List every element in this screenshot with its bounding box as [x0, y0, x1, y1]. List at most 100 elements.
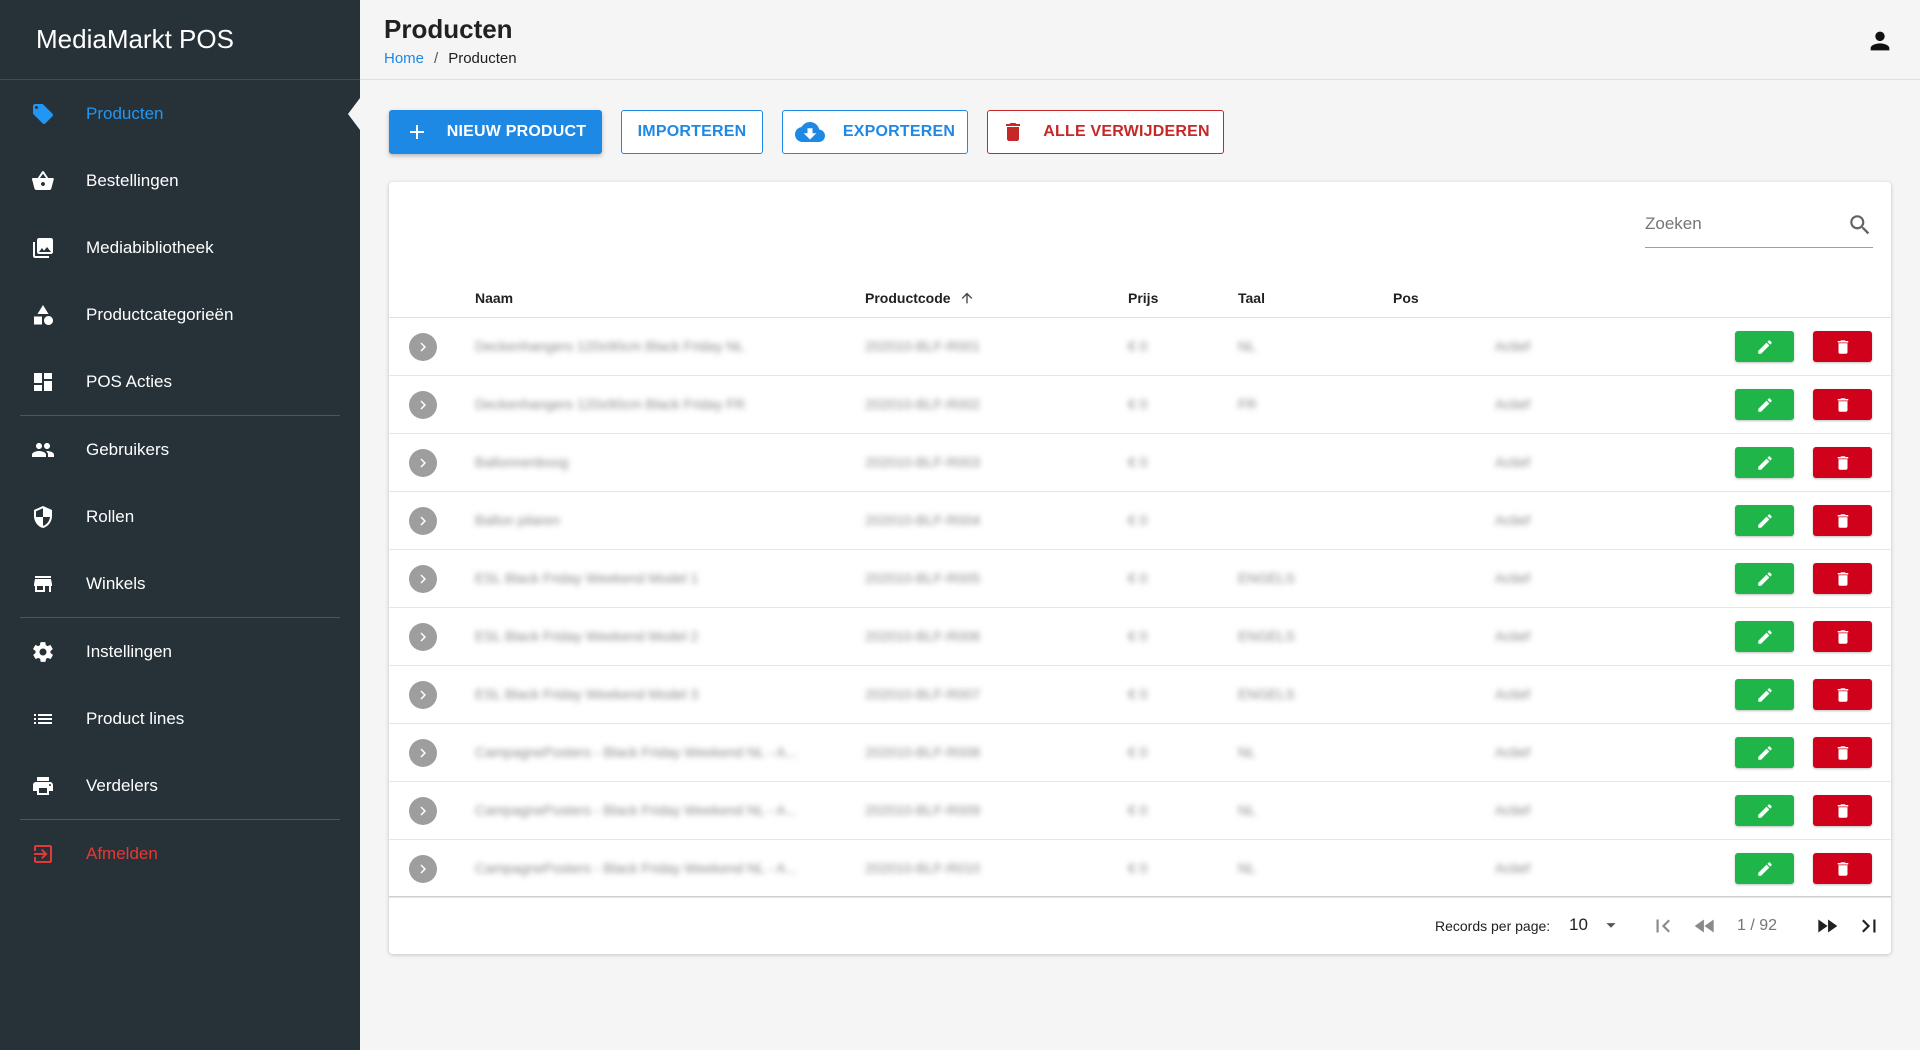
plus-icon — [409, 125, 424, 139]
edit-button[interactable] — [1735, 737, 1794, 768]
expand-row-button[interactable] — [409, 333, 437, 361]
delete-button[interactable] — [1813, 621, 1872, 652]
expand-row-button[interactable] — [409, 449, 437, 477]
edit-button[interactable] — [1735, 389, 1794, 420]
expand-row-button[interactable] — [409, 391, 437, 419]
trash-icon — [1837, 861, 1848, 876]
sidebar-item-productcategorieen[interactable]: Productcategorieën — [0, 281, 360, 348]
sidebar-item-label: POS Acties — [86, 371, 172, 391]
breadcrumb-home-link[interactable]: Home — [384, 50, 424, 67]
edit-button[interactable] — [1735, 505, 1794, 536]
printer-icon — [30, 773, 56, 799]
product-code: 202010-BLF-R003 — [865, 454, 981, 470]
edit-button[interactable] — [1735, 447, 1794, 478]
list-icon — [30, 706, 56, 732]
gear-icon — [30, 639, 56, 665]
table-body: Deckenhangers 120x90cm Black Friday NL 20… — [389, 318, 1891, 898]
tag-icon — [30, 101, 56, 127]
sidebar-item-producten[interactable]: Producten — [0, 80, 360, 147]
expand-row-button[interactable] — [409, 623, 437, 651]
product-status: Actief — [1495, 628, 1531, 644]
edit-button[interactable] — [1735, 331, 1794, 362]
previous-page-button[interactable] — [1691, 912, 1719, 940]
trash-icon — [1837, 339, 1848, 354]
product-status: Actief — [1495, 570, 1531, 586]
fast-forward-icon — [1818, 919, 1838, 933]
pencil-icon — [1757, 861, 1772, 876]
trash-icon — [1837, 745, 1848, 760]
column-header-price[interactable]: Prijs — [1128, 290, 1158, 306]
column-header-code[interactable]: Productcode — [865, 290, 975, 306]
sidebar-item-gebruikers[interactable]: Gebruikers — [0, 416, 360, 483]
sidebar-item-rollen[interactable]: Rollen — [0, 483, 360, 550]
sidebar-item-product-lines[interactable]: Product lines — [0, 685, 360, 752]
sidebar-item-bestellingen[interactable]: Bestellingen — [0, 147, 360, 214]
expand-row-button[interactable] — [409, 507, 437, 535]
import-button[interactable]: IMPORTEREN — [621, 110, 763, 154]
delete-button[interactable] — [1813, 563, 1872, 594]
breadcrumb-current: Producten — [448, 50, 517, 67]
records-per-page-select[interactable]: 10 — [1569, 914, 1622, 936]
delete-button[interactable] — [1813, 331, 1872, 362]
product-name: CampagnePosters - Black Friday Weekend N… — [475, 744, 798, 760]
delete-all-button[interactable]: ALLE VERWIJDEREN — [987, 110, 1224, 154]
sidebar-nav: Producten Bestellingen Mediabibliotheek … — [0, 80, 360, 887]
table-header: Naam Productcode Prijs Taal Pos — [389, 276, 1891, 318]
edit-button[interactable] — [1735, 853, 1794, 884]
trash-icon — [1837, 803, 1848, 818]
sidebar-item-label: Instellingen — [86, 641, 173, 661]
column-header-pos[interactable]: Pos — [1393, 290, 1419, 306]
delete-button[interactable] — [1813, 853, 1872, 884]
sidebar-item-pos-acties[interactable]: POS Acties — [0, 348, 360, 415]
export-button[interactable]: EXPORTEREN — [782, 110, 968, 154]
table-footer: Records per page: 10 1 / 92 — [389, 896, 1891, 954]
edit-button[interactable] — [1735, 679, 1794, 710]
column-header-name[interactable]: Naam — [475, 290, 513, 306]
expand-row-button[interactable] — [409, 855, 437, 883]
sidebar-item-label: Afmelden — [86, 843, 158, 863]
cloud-download-icon — [794, 122, 825, 142]
delete-button[interactable] — [1813, 679, 1872, 710]
product-language: NL — [1238, 802, 1256, 818]
delete-button[interactable] — [1813, 447, 1872, 478]
delete-button[interactable] — [1813, 795, 1872, 826]
sidebar-item-afmelden[interactable]: Afmelden — [0, 820, 360, 887]
edit-button[interactable] — [1735, 621, 1794, 652]
product-price: € 0 — [1128, 744, 1148, 760]
sidebar-item-verdelers[interactable]: Verdelers — [0, 752, 360, 819]
sidebar-item-winkels[interactable]: Winkels — [0, 550, 360, 617]
expand-row-button[interactable] — [409, 681, 437, 709]
delete-button[interactable] — [1813, 505, 1872, 536]
product-code: 202010-BLF-R005 — [865, 570, 981, 586]
edit-button[interactable] — [1735, 563, 1794, 594]
product-language: ENGELS — [1238, 570, 1295, 586]
column-header-label: Taal — [1238, 290, 1265, 306]
expand-row-button[interactable] — [409, 739, 437, 767]
expand-row-button[interactable] — [409, 565, 437, 593]
product-price: € 0 — [1128, 396, 1148, 412]
next-page-button[interactable] — [1813, 912, 1841, 940]
chevron-right-icon — [420, 864, 426, 874]
trash-icon — [1837, 687, 1848, 702]
product-price: € 0 — [1128, 570, 1148, 586]
product-language: ENGELS — [1238, 686, 1295, 702]
trash-icon — [1006, 123, 1021, 141]
sidebar: MediaMarkt POS Producten Bestellingen Me… — [0, 0, 360, 1050]
table-row: ESL Black Friday Weekend Model 2 202010-B… — [389, 608, 1891, 666]
new-product-button[interactable]: NIEUW PRODUCT — [389, 110, 602, 154]
edit-button[interactable] — [1735, 795, 1794, 826]
search-input[interactable] — [1645, 204, 1835, 244]
first-page-button[interactable] — [1649, 912, 1677, 940]
expand-row-button[interactable] — [409, 797, 437, 825]
product-name: Ballon pilaren — [475, 512, 560, 528]
sidebar-item-mediabibliotheek[interactable]: Mediabibliotheek — [0, 214, 360, 281]
product-code: 202010-BLF-R001 — [865, 338, 981, 354]
search-icon[interactable] — [1847, 212, 1873, 238]
last-page-button[interactable] — [1855, 912, 1883, 940]
account-icon[interactable] — [1866, 27, 1894, 55]
delete-button[interactable] — [1813, 737, 1872, 768]
page-info: 1 / 92 — [1737, 917, 1778, 934]
sidebar-item-instellingen[interactable]: Instellingen — [0, 618, 360, 685]
delete-button[interactable] — [1813, 389, 1872, 420]
column-header-language[interactable]: Taal — [1238, 290, 1265, 306]
